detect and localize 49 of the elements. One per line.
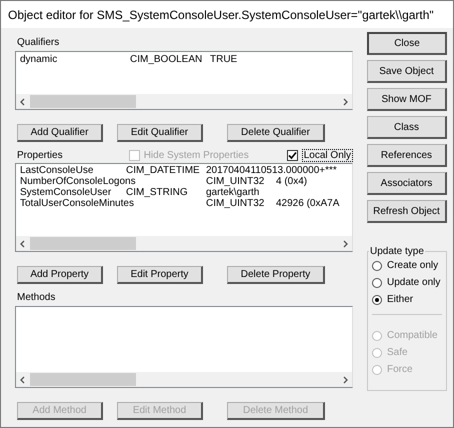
list-cell-text: CIM_STRING: [126, 187, 189, 198]
radio-option[interactable]: Create only: [372, 259, 442, 272]
checkmark-icon: [288, 150, 297, 160]
action-button[interactable]: Edit Property: [117, 266, 203, 284]
window-title: Object editor for SMS_SystemConsoleUser.SystemConsoleUser="gartek\\garth": [1, 1, 453, 28]
properties-list[interactable]: LastConsoleUse CIM_DATETIME 20170404110513.000000+*** NumberOfConsoleLogons CIM_UINT32 4 (0x4) SystemConsoleUser CIM_STRING gartek\garth TotalUserConsoleMinutes CIM_UINT32 42926 (0xA7A: [15, 163, 353, 252]
side-button[interactable]: Refresh Object: [367, 200, 447, 223]
list-cell-text: dynamic: [20, 53, 58, 66]
side-button[interactable]: References: [367, 144, 447, 167]
group-label: Update type: [369, 246, 425, 257]
action-button[interactable]: Add Property: [17, 266, 103, 284]
radio-circle[interactable]: [372, 278, 382, 288]
action-button[interactable]: Add Qualifier: [17, 124, 103, 142]
side-button[interactable]: Close: [367, 32, 447, 55]
list-cell-text: 20170404110513.000000+***: [206, 165, 338, 176]
list-cell-text: NumberOfConsoleLogons: [20, 176, 137, 187]
horizontal-scrollbar[interactable]: [16, 372, 352, 387]
side-button[interactable]: Save Object: [367, 60, 447, 83]
radio-circle[interactable]: [372, 294, 382, 304]
list-cell-text: CIM_UINT32: [206, 176, 266, 187]
qualifiers-list[interactable]: dynamic CIM_BOOLEAN TRUE: [15, 51, 353, 110]
list-cell-text: 42926 (0xA7A: [276, 198, 340, 209]
section-label: Qualifiers: [17, 37, 60, 49]
methods-list[interactable]: [15, 306, 353, 388]
horizontal-scrollbar[interactable]: [16, 236, 352, 251]
side-button[interactable]: Show MOF: [367, 88, 447, 111]
action-button[interactable]: Delete Property: [227, 266, 325, 284]
list-cell-text: TotalUserConsoleMinutes: [20, 198, 135, 209]
radio-circle[interactable]: [372, 260, 382, 270]
action-button[interactable]: Edit Qualifier: [117, 124, 203, 142]
list-cell-text: LastConsoleUse: [20, 165, 94, 176]
list-cell-text: SystemConsoleUser: [20, 187, 112, 198]
list-cell-text: TRUE: [210, 53, 238, 66]
scrollbar-thumb[interactable]: [30, 373, 136, 386]
section-label: Properties: [17, 150, 64, 160]
list-cell-text: CIM_BOOLEAN: [130, 53, 204, 66]
section-label: Methods: [17, 292, 56, 304]
scrollbar-thumb[interactable]: [30, 95, 136, 108]
list-cell-text: CIM_UINT32: [206, 198, 266, 209]
list-cell-text: gartek\garth: [206, 187, 260, 198]
side-button[interactable]: Class: [367, 116, 447, 139]
radio-option[interactable]: Update only: [372, 276, 442, 289]
scrollbar-thumb[interactable]: [30, 237, 136, 250]
horizontal-scrollbar[interactable]: [16, 94, 352, 109]
list-cell-text: CIM_DATETIME: [126, 165, 201, 176]
side-button[interactable]: Associators: [367, 172, 447, 195]
radio-option[interactable]: Either: [372, 293, 442, 306]
list-cell-text: 4 (0x4): [276, 176, 308, 187]
action-button[interactable]: Delete Qualifier: [227, 124, 325, 142]
